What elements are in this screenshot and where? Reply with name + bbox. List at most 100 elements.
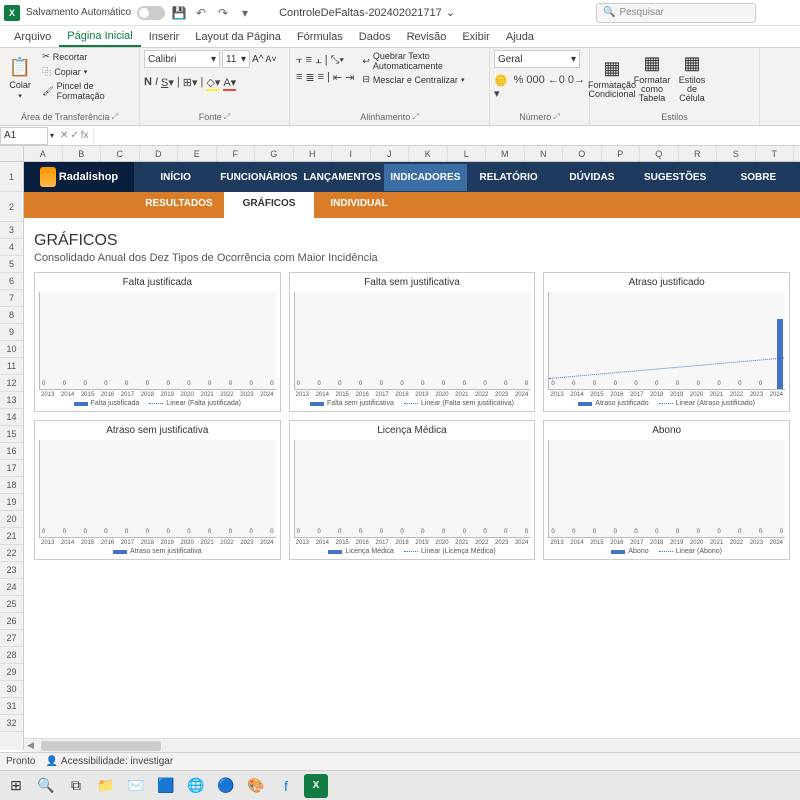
menu-tab-fórmulas[interactable]: Fórmulas xyxy=(289,28,351,46)
autosave-toggle[interactable] xyxy=(137,6,165,20)
col-header[interactable]: A xyxy=(24,146,63,161)
sheet-canvas[interactable]: Radalishop INÍCIOFUNCIONÁRIOSLANÇAMENTOS… xyxy=(24,162,800,750)
select-all-corner[interactable] xyxy=(0,146,24,161)
dialog-launcher-icon[interactable]: ⤢ xyxy=(112,112,118,122)
fx-icon[interactable]: fx xyxy=(81,130,89,141)
col-header[interactable]: N xyxy=(525,146,564,161)
filename[interactable]: ControleDeFaltas-202402021717⌄ xyxy=(279,6,455,19)
nav-sobre[interactable]: SOBRE xyxy=(717,164,800,191)
italic-icon[interactable]: I xyxy=(155,76,158,91)
format-table-button[interactable]: ▦Formatar como Tabela xyxy=(634,50,670,106)
accounting-icon[interactable]: 🪙▾ xyxy=(494,74,511,100)
row-header[interactable]: 1 xyxy=(0,162,23,192)
increase-indent-icon[interactable]: ⇥ xyxy=(345,71,354,84)
nav-indicadores[interactable]: INDICADORES xyxy=(384,164,467,191)
font-size-dropdown[interactable]: 11▾ xyxy=(222,50,250,68)
col-header[interactable]: H xyxy=(294,146,333,161)
search-taskbar-icon[interactable]: 🔍 xyxy=(34,774,58,798)
row-header[interactable]: 5 xyxy=(0,256,23,273)
col-header[interactable]: I xyxy=(332,146,371,161)
task-view-icon[interactable]: ⧉ xyxy=(64,774,88,798)
col-header[interactable]: E xyxy=(178,146,217,161)
row-header[interactable]: 20 xyxy=(0,511,23,528)
subnav-resultados[interactable]: RESULTADOS xyxy=(134,192,224,218)
accessibility-button[interactable]: 👤 Acessibilidade: investigar xyxy=(45,756,173,767)
col-header[interactable]: D xyxy=(140,146,179,161)
row-header[interactable]: 21 xyxy=(0,528,23,545)
row-header[interactable]: 4 xyxy=(0,239,23,256)
menu-tab-layout-da-página[interactable]: Layout da Página xyxy=(187,28,289,46)
row-header[interactable]: 29 xyxy=(0,664,23,681)
nav-início[interactable]: INÍCIO xyxy=(134,164,217,191)
align-center-icon[interactable]: ≣ xyxy=(305,71,314,84)
cell-styles-button[interactable]: ▦Estilos de Célula xyxy=(674,50,710,106)
undo-icon[interactable]: ↶ xyxy=(193,5,209,21)
merge-center-button[interactable]: ⊟Mesclar e Centralizar▾ xyxy=(360,73,485,86)
redo-icon[interactable]: ↷ xyxy=(215,5,231,21)
app-logo[interactable]: Radalishop xyxy=(24,162,134,192)
col-header[interactable]: L xyxy=(448,146,487,161)
dialog-launcher-icon[interactable]: ⤢ xyxy=(553,112,559,122)
menu-tab-ajuda[interactable]: Ajuda xyxy=(498,28,542,46)
paste-button[interactable]: 📋 Colar▾ xyxy=(4,50,36,106)
subnav-individual[interactable]: INDIVIDUAL xyxy=(314,192,404,218)
row-header[interactable]: 17 xyxy=(0,460,23,477)
col-header[interactable]: K xyxy=(409,146,448,161)
align-top-icon[interactable]: ⫟ xyxy=(296,54,303,67)
formula-input[interactable] xyxy=(93,127,800,145)
wrap-text-button[interactable]: ↩Quebrar Texto Automaticamente xyxy=(360,50,485,72)
row-header[interactable]: 26 xyxy=(0,613,23,630)
col-header[interactable]: G xyxy=(255,146,294,161)
menu-tab-dados[interactable]: Dados xyxy=(351,28,399,46)
conditional-formatting-button[interactable]: ▦Formatação Condicional xyxy=(594,50,630,106)
copy-button[interactable]: ⿻Copiar▾ xyxy=(40,64,135,79)
chart-1[interactable]: Falta sem justificativa 000000000000 201… xyxy=(289,272,536,412)
app-icon-1[interactable]: 🟦 xyxy=(154,774,178,798)
row-header[interactable]: 24 xyxy=(0,579,23,596)
row-header[interactable]: 10 xyxy=(0,341,23,358)
row-header[interactable]: 27 xyxy=(0,630,23,647)
col-header[interactable]: F xyxy=(217,146,256,161)
nav-relatório[interactable]: RELATÓRIO xyxy=(467,164,550,191)
menu-tab-exibir[interactable]: Exibir xyxy=(454,28,498,46)
scroll-thumb[interactable] xyxy=(41,741,161,751)
dialog-launcher-icon[interactable]: ⤢ xyxy=(224,112,230,122)
menu-tab-página-inicial[interactable]: Página Inicial xyxy=(59,27,140,47)
nav-sugestões[interactable]: SUGESTÕES xyxy=(634,164,717,191)
fill-color-icon[interactable]: ◇▾ xyxy=(206,76,220,91)
menu-tab-arquivo[interactable]: Arquivo xyxy=(6,28,59,46)
mail-icon[interactable]: ✉️ xyxy=(124,774,148,798)
chart-3[interactable]: Atraso sem justificativa 000000000000 20… xyxy=(34,420,281,560)
row-header[interactable]: 25 xyxy=(0,596,23,613)
col-header[interactable]: P xyxy=(602,146,641,161)
col-header[interactable]: T xyxy=(756,146,795,161)
subnav-gráficos[interactable]: GRÁFICOS xyxy=(224,192,314,218)
save-icon[interactable]: 💾 xyxy=(171,5,187,21)
thousands-icon[interactable]: 000 xyxy=(526,74,544,100)
edge-icon[interactable]: 🔵 xyxy=(214,774,238,798)
row-header[interactable]: 22 xyxy=(0,545,23,562)
row-header[interactable]: 28 xyxy=(0,647,23,664)
enter-icon[interactable]: ✓ xyxy=(70,130,78,141)
excel-taskbar-icon[interactable]: X xyxy=(304,774,328,798)
increase-decimal-icon[interactable]: ←0 xyxy=(548,74,565,100)
nav-lançamentos[interactable]: LANÇAMENTOS xyxy=(301,164,384,191)
cut-button[interactable]: ✂Recortar xyxy=(40,50,135,63)
font-name-dropdown[interactable]: Calibri▾ xyxy=(144,50,220,68)
row-header[interactable]: 13 xyxy=(0,392,23,409)
underline-icon[interactable]: S▾ xyxy=(161,76,174,91)
cancel-icon[interactable]: ✕ xyxy=(60,130,68,141)
nav-dúvidas[interactable]: DÚVIDAS xyxy=(550,164,633,191)
number-format-dropdown[interactable]: Geral▾ xyxy=(494,50,580,68)
row-header[interactable]: 31 xyxy=(0,698,23,715)
percent-icon[interactable]: % xyxy=(514,74,524,100)
row-header[interactable]: 18 xyxy=(0,477,23,494)
col-header[interactable]: J xyxy=(371,146,410,161)
chart-4[interactable]: Licença Médica 000000000000 201320142015… xyxy=(289,420,536,560)
chart-5[interactable]: Abono 000000000000 201320142015201620172… xyxy=(543,420,790,560)
file-explorer-icon[interactable]: 📁 xyxy=(94,774,118,798)
search-input[interactable]: 🔍 Pesquisar xyxy=(596,3,756,23)
chrome-icon[interactable]: 🌐 xyxy=(184,774,208,798)
row-header[interactable]: 16 xyxy=(0,443,23,460)
col-header[interactable]: M xyxy=(486,146,525,161)
